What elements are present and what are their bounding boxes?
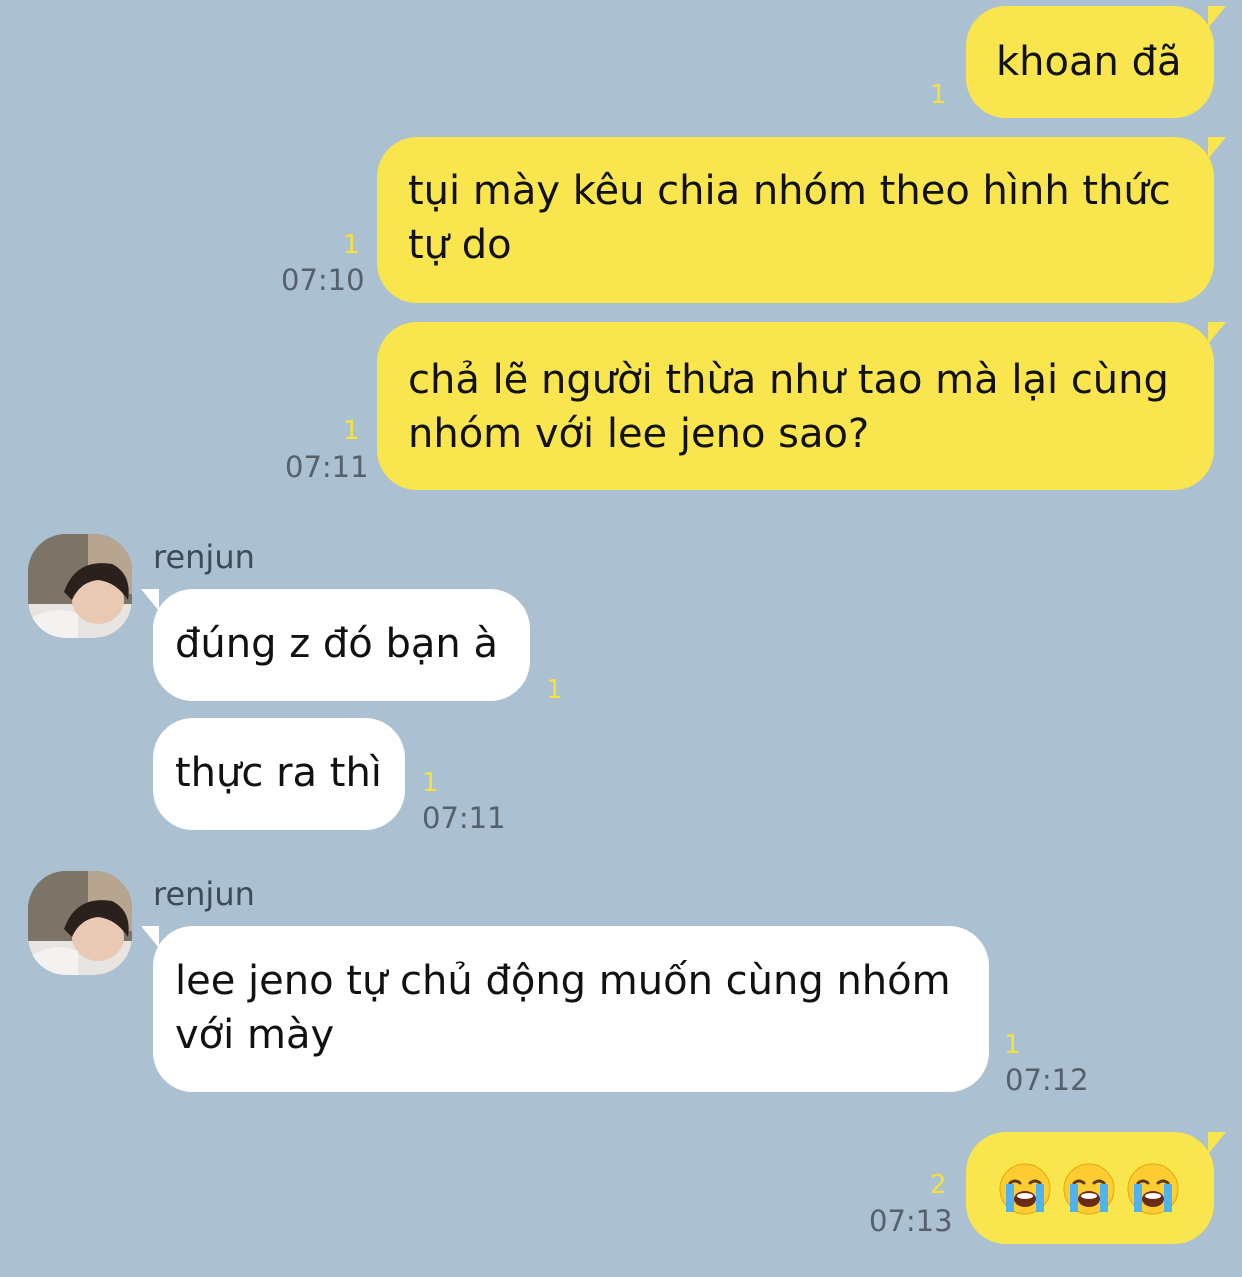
- emoji-row: [998, 1162, 1214, 1230]
- chat-area: khoan đã 1 tụi mày kêu chia nhóm theo hì…: [0, 0, 1242, 1277]
- bubble-tail: [1208, 322, 1226, 344]
- their-message-bubble[interactable]: đúng z đó bạn à: [141, 589, 530, 701]
- sender-name: renjun: [153, 538, 255, 576]
- loudly-crying-face-icon: [998, 1162, 1052, 1230]
- unread-count: 1: [1004, 1030, 1021, 1060]
- unread-count: 1: [422, 768, 439, 798]
- their-message-bubble[interactable]: thực ra thì: [153, 718, 405, 830]
- message-timestamp: 07:11: [285, 450, 369, 484]
- unread-count: 1: [343, 416, 360, 446]
- loudly-crying-face-icon: [1126, 1162, 1180, 1230]
- message-text: khoan đã: [996, 39, 1182, 85]
- loudly-crying-face-icon: [1062, 1162, 1116, 1230]
- my-message-bubble[interactable]: khoan đã: [966, 6, 1226, 118]
- unread-count: 1: [546, 675, 563, 705]
- message-text: thực ra thì: [175, 750, 382, 796]
- unread-count: 2: [930, 1170, 947, 1200]
- avatar[interactable]: [28, 871, 132, 975]
- message-timestamp: 07:11: [422, 801, 506, 835]
- my-message-bubble[interactable]: tụi mày kêu chia nhóm theo hình thức tự …: [377, 137, 1226, 303]
- unread-count: 1: [343, 230, 360, 260]
- unread-count: 1: [930, 80, 947, 110]
- their-message-bubble[interactable]: lee jeno tự chủ động muốn cùng nhóm với …: [141, 926, 989, 1092]
- bubble-tail: [1208, 1132, 1226, 1154]
- avatar-photo: [28, 871, 132, 975]
- message-timestamp: 07:10: [281, 263, 365, 297]
- message-timestamp: 07:13: [869, 1204, 953, 1238]
- message-timestamp: 07:12: [1005, 1063, 1089, 1097]
- message-text: lee jeno tự chủ động muốn cùng nhóm với …: [175, 958, 951, 1058]
- avatar-photo: [28, 534, 132, 638]
- message-text: chả lẽ người thừa như tao mà lại cùng nh…: [408, 357, 1169, 457]
- bubble-tail: [1208, 6, 1226, 28]
- avatar[interactable]: [28, 534, 132, 638]
- bubble-tail: [1208, 137, 1226, 159]
- my-message-bubble[interactable]: [966, 1132, 1226, 1244]
- sender-name: renjun: [153, 875, 255, 913]
- bubble-tail: [141, 926, 159, 948]
- my-message-bubble[interactable]: chả lẽ người thừa như tao mà lại cùng nh…: [377, 322, 1226, 490]
- message-text: tụi mày kêu chia nhóm theo hình thức tự …: [408, 168, 1171, 268]
- message-text: đúng z đó bạn à: [175, 621, 498, 667]
- bubble-tail: [141, 589, 159, 611]
